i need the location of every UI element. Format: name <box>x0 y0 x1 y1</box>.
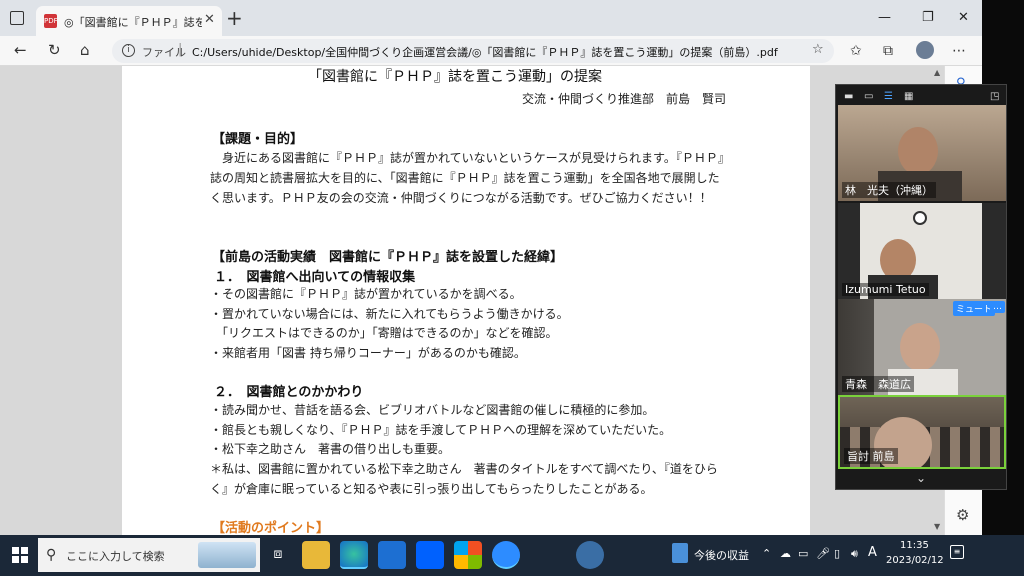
participant-name: 旨討 前島 <box>844 448 898 464</box>
mute-button[interactable]: ミュート <box>953 301 996 316</box>
refresh-icon[interactable]: ↻ <box>48 41 61 59</box>
help-icon[interactable] <box>576 541 604 569</box>
taskbar-search[interactable]: ⚲ ここに入力して検索 <box>38 538 260 572</box>
microphone-icon[interactable]: 🎤︎ <box>816 547 830 560</box>
participant-name: 林 光夫（沖縄） <box>842 182 936 198</box>
zoom-icon[interactable] <box>492 541 520 569</box>
section-purpose-body: 身近にある図書館に『ＰＨＰ』誌が置かれていないというケースが見受けられます。『Ｐ… <box>210 151 724 205</box>
url-field[interactable]: i ファイル | C:/Users/uhide/Desktop/全国仲間づくり企… <box>112 39 834 63</box>
participant-tile-active[interactable]: 旨討 前島 <box>838 395 1006 469</box>
participant-name: 青森 森道広 <box>842 376 914 392</box>
list-item: ・読み聞かせ、昔話を語る会、ビブリオバトルなど図書館の催しに積極的に参加。 <box>210 403 655 417</box>
list-item: 「リクエストはできるのか」「寄贈はできるのか」などを確認。 <box>210 326 558 340</box>
address-bar: ← ↻ ⌂ i ファイル | C:/Users/uhide/Desktop/全国… <box>0 36 982 66</box>
exit-panel-icon[interactable]: ◳ <box>990 91 999 102</box>
taskbar: ⚲ ここに入力して検索 ⧈ 今後の収益 ⌃ ☁ ▭ 🎤︎ ▯ 🔊︎ A 11:3… <box>0 535 1024 576</box>
view-strip-icon[interactable]: ☰ <box>884 91 893 102</box>
dropbox-icon[interactable] <box>416 541 444 569</box>
search-icon: ⚲ <box>46 547 57 563</box>
back-icon[interactable]: ← <box>14 41 27 59</box>
participant-face <box>898 127 938 175</box>
windows-logo-icon <box>21 556 28 563</box>
view-grid-icon[interactable]: ▦ <box>904 91 913 102</box>
participant-name: Izumumi Tetuo <box>842 283 929 296</box>
windows-logo-icon <box>21 547 28 554</box>
avatar[interactable] <box>916 41 934 59</box>
search-highlight-image <box>198 542 256 568</box>
view-single-icon[interactable]: ▭ <box>864 91 873 102</box>
windows-logo-icon <box>12 547 19 554</box>
pdf-page: 「図書館に『ＰＨＰ』誌を置こう運動」の提案 交流・仲間づくり推進部 前島 賢司 … <box>122 66 810 535</box>
section-purpose-heading: 【課題・目的】 <box>212 132 304 147</box>
url-separator: | <box>178 42 183 57</box>
minimize-icon[interactable]: — <box>878 10 891 25</box>
clock-date[interactable]: 2023/02/12 <box>886 555 944 566</box>
device-icon[interactable]: ▭ <box>798 547 808 560</box>
home-icon[interactable]: ⌂ <box>80 41 90 59</box>
url-text: C:/Users/uhide/Desktop/全国仲間づくり企画運営会議/◎「図… <box>192 46 778 59</box>
chevron-down-icon[interactable]: ⌄ <box>916 471 926 485</box>
file-explorer-icon[interactable] <box>302 541 330 569</box>
task-view-icon[interactable]: ⧈ <box>264 541 292 569</box>
tab-title: ◎「図書館に『ＰＨＰ』誌を置こう <box>64 16 202 29</box>
more-icon[interactable]: ⋯ <box>952 43 966 59</box>
author-line: 交流・仲間づくり推進部 前島 賢司 <box>522 92 727 106</box>
clock-icon <box>913 211 927 225</box>
subsection-1-heading: １． 図書館へ出向いての情報収集 <box>214 270 416 285</box>
favorites-icon[interactable]: ✩ <box>850 43 862 59</box>
document-title: 「図書館に『ＰＨＰ』誌を置こう運動」の提案 <box>308 69 602 85</box>
browser-tab[interactable]: PDF ◎「図書館に『ＰＨＰ』誌を置こう ✕ <box>36 6 222 36</box>
maximize-icon[interactable]: ❐ <box>922 10 934 25</box>
news-icon <box>672 543 688 563</box>
search-placeholder: ここに入力して検索 <box>66 550 165 563</box>
participant-tile[interactable]: ミュート … 青森 森道広 <box>838 299 1006 395</box>
news-widget[interactable] <box>672 543 688 563</box>
pdf-icon: PDF <box>44 14 58 28</box>
participant-tile[interactable]: 林 光夫（沖縄） <box>838 105 1006 201</box>
start-button[interactable] <box>12 547 28 563</box>
list-item: ＊私は、図書館に置かれている松下幸之助さん 著書のタイトルをすべて調べたり、『道… <box>210 462 718 476</box>
zoom-video-panel: ▬ ▭ ☰ ▦ ◳ 林 光夫（沖縄） Izumumi Tetuo ミュート … … <box>835 84 1007 490</box>
info-icon[interactable]: i <box>122 44 135 57</box>
subsection-2-heading: ２． 図書館とのかかわり <box>214 385 364 400</box>
scroll-down-icon[interactable]: ▼ <box>934 522 940 531</box>
gear-icon[interactable]: ⚙ <box>956 506 969 524</box>
show-hidden-icons[interactable]: ⌃ <box>762 547 771 560</box>
section-points-heading: 【活動のポイント】 <box>212 521 330 535</box>
scroll-up-icon[interactable]: ▲ <box>934 68 940 77</box>
close-tab-icon[interactable]: ✕ <box>204 12 215 27</box>
list-item: ・松下幸之助さん 著書の借り出しも重要。 <box>210 442 451 456</box>
participant-tile[interactable]: Izumumi Tetuo <box>838 203 1006 299</box>
notification-icon[interactable]: ≡ <box>950 545 964 559</box>
close-window-icon[interactable]: ✕ <box>958 10 969 25</box>
windows-logo-icon <box>12 556 19 563</box>
list-item: ・その図書館に『ＰＨＰ』誌が置かれているかを調べる。 <box>210 287 522 301</box>
list-item: ・来館者用「図書 持ち帰りコーナー」があるのかも確認。 <box>210 346 526 360</box>
tab-actions-icon[interactable] <box>10 11 24 25</box>
favorite-icon[interactable]: ☆ <box>812 42 824 57</box>
edge-icon[interactable] <box>340 541 368 569</box>
list-item: ・館長とも親しくなり、『ＰＨＰ』誌を手渡してＰＨＰへの理解を深めていただいた。 <box>210 423 672 437</box>
clock-time[interactable]: 11:35 <box>900 540 929 551</box>
onedrive-icon[interactable]: ☁ <box>780 547 791 560</box>
participant-face <box>900 323 940 371</box>
new-tab-icon[interactable]: + <box>226 6 243 30</box>
more-options-button[interactable]: … <box>990 301 1005 313</box>
minimize-panel-icon[interactable]: ▬ <box>844 91 853 102</box>
title-bar: PDF ◎「図書館に『ＰＨＰ』誌を置こう ✕ + — ❐ ✕ <box>0 0 982 36</box>
ime-indicator[interactable]: A <box>868 545 877 560</box>
list-item: く』が倉庫に眠っていると知るや表に引っ張り出してもらったりしたことがある。 <box>210 482 653 496</box>
section-record-heading: 【前島の活動実績 図書館に『ＰＨＰ』誌を設置した経緯】 <box>212 250 564 265</box>
news-text: 今後の収益 <box>694 549 749 562</box>
mail-icon[interactable] <box>378 541 406 569</box>
volume-icon[interactable]: 🔊︎ <box>851 547 858 561</box>
collections-icon[interactable]: ⧉ <box>883 43 893 59</box>
list-item: ・置かれていない場合には、新たに入れてもらうよう働きかける。 <box>210 307 569 321</box>
store-icon[interactable] <box>454 541 482 569</box>
network-icon[interactable]: ▯ <box>834 547 840 560</box>
